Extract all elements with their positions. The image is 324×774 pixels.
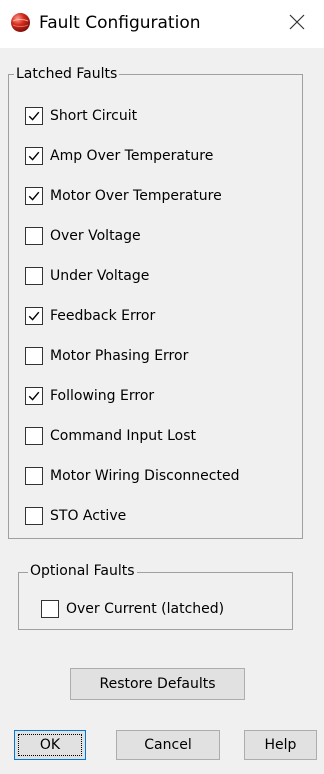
latched-checkbox-motor-over-temperature[interactable]: Motor Over Temperature xyxy=(25,184,222,208)
checkbox-unchecked-icon[interactable] xyxy=(25,427,43,445)
checkbox-label: Short Circuit xyxy=(50,108,138,124)
checkbox-checked-icon[interactable] xyxy=(25,387,43,405)
checkbox-label: Motor Over Temperature xyxy=(50,188,222,204)
checkbox-unchecked-icon[interactable] xyxy=(41,600,59,618)
latched-checkbox-under-voltage[interactable]: Under Voltage xyxy=(25,264,149,288)
checkbox-label: Feedback Error xyxy=(50,308,156,324)
latched-faults-legend: Latched Faults xyxy=(14,65,120,83)
latched-checkbox-following-error[interactable]: Following Error xyxy=(25,384,154,408)
window-title: Fault Configuration xyxy=(39,13,201,33)
checkbox-label: Amp Over Temperature xyxy=(50,148,214,164)
optional-faults-legend: Optional Faults xyxy=(28,562,137,580)
checkbox-checked-icon[interactable] xyxy=(25,307,43,325)
close-button[interactable] xyxy=(270,0,324,48)
checkbox-label: Command Input Lost xyxy=(50,428,197,444)
checkbox-label: Over Voltage xyxy=(50,228,141,244)
latched-checkbox-motor-phasing-error[interactable]: Motor Phasing Error xyxy=(25,344,188,368)
latched-checkbox-motor-wiring-disconnected[interactable]: Motor Wiring Disconnected xyxy=(25,464,239,488)
cancel-button[interactable]: Cancel xyxy=(116,730,220,760)
checkbox-unchecked-icon[interactable] xyxy=(25,267,43,285)
checkbox-label: Under Voltage xyxy=(50,268,150,284)
checkbox-checked-icon[interactable] xyxy=(25,187,43,205)
title-bar: Fault Configuration xyxy=(0,0,324,48)
checkbox-checked-icon[interactable] xyxy=(25,147,43,165)
latched-checkbox-amp-over-temperature[interactable]: Amp Over Temperature xyxy=(25,144,213,168)
app-icon xyxy=(10,12,31,33)
close-icon xyxy=(289,14,305,34)
latched-checkbox-feedback-error[interactable]: Feedback Error xyxy=(25,304,155,328)
latched-checkbox-over-voltage[interactable]: Over Voltage xyxy=(25,224,141,248)
optional-checkbox-over-current-latched[interactable]: Over Current (latched) xyxy=(41,597,224,621)
help-button[interactable]: Help xyxy=(244,730,317,760)
restore-defaults-button[interactable]: Restore Defaults xyxy=(70,668,245,700)
help-label: Help xyxy=(264,737,297,753)
checkbox-unchecked-icon[interactable] xyxy=(25,507,43,525)
cancel-label: Cancel xyxy=(144,737,192,753)
latched-checkbox-command-input-lost[interactable]: Command Input Lost xyxy=(25,424,196,448)
checkbox-label: Following Error xyxy=(50,388,155,404)
focus-ring xyxy=(18,734,82,756)
checkbox-label: STO Active xyxy=(50,508,127,524)
checkbox-unchecked-icon[interactable] xyxy=(25,227,43,245)
checkbox-label: Over Current (latched) xyxy=(66,601,225,617)
latched-checkbox-sto-active[interactable]: STO Active xyxy=(25,504,126,528)
checkbox-checked-icon[interactable] xyxy=(25,107,43,125)
checkbox-label: Motor Wiring Disconnected xyxy=(50,468,240,484)
restore-defaults-label: Restore Defaults xyxy=(99,676,216,692)
checkbox-unchecked-icon[interactable] xyxy=(25,467,43,485)
checkbox-label: Motor Phasing Error xyxy=(50,348,189,364)
ok-button[interactable]: OK xyxy=(14,730,86,760)
checkbox-unchecked-icon[interactable] xyxy=(25,347,43,365)
latched-checkbox-short-circuit[interactable]: Short Circuit xyxy=(25,104,137,128)
